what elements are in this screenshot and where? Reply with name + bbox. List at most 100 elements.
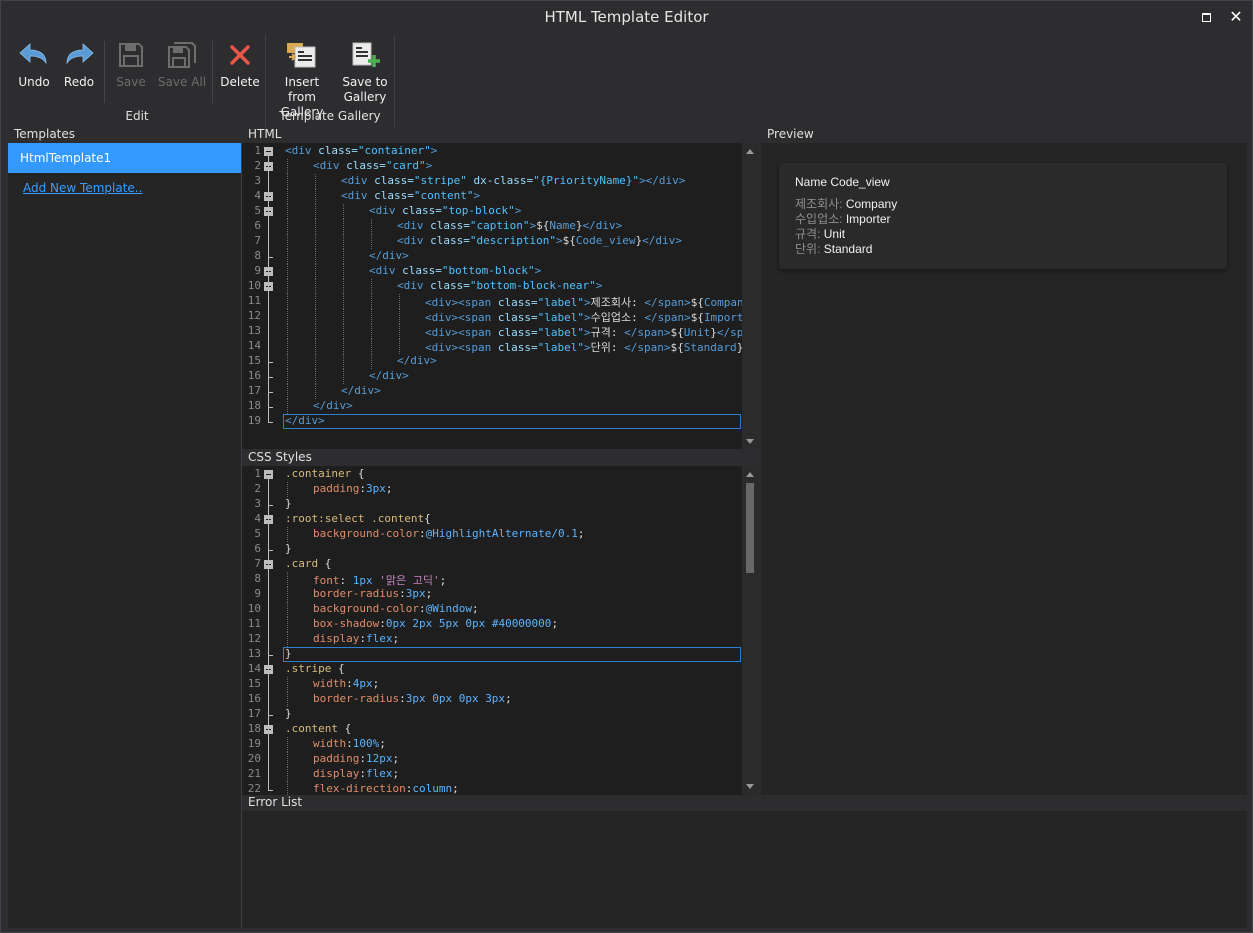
indent-guide	[315, 339, 316, 354]
css-header: CSS Styles	[242, 449, 760, 466]
indent-guide	[315, 309, 316, 324]
save-to-gallery-button[interactable]: Save to Gallery	[339, 37, 391, 107]
indent-guide	[343, 354, 344, 369]
ribbon-separator	[104, 41, 105, 103]
save-button[interactable]: Save	[113, 37, 149, 107]
code-token: ;	[392, 767, 400, 780]
code-line: .card {	[285, 557, 331, 570]
indent-guide	[315, 249, 316, 264]
redo-label: Redo	[63, 75, 95, 89]
save-label: Save	[116, 75, 146, 89]
code-token: </div>	[313, 399, 353, 412]
indent-guide	[343, 309, 344, 324]
code-token: {	[424, 512, 431, 525]
undo-button[interactable]: Undo	[13, 37, 55, 107]
code-token: <div	[369, 264, 403, 277]
template-item[interactable]: HtmlTemplate1	[8, 143, 241, 173]
indent-guide	[371, 294, 372, 309]
code-token: ;	[385, 482, 393, 495]
line-number: 18	[247, 399, 261, 412]
code-line: background-color:@Window;	[313, 602, 479, 615]
code-token: }	[285, 497, 292, 510]
collapse-icon[interactable]	[264, 470, 273, 479]
line-number: 11	[247, 617, 261, 630]
indent-guide	[287, 174, 288, 189]
code-token: ;	[379, 737, 386, 750]
delete-button[interactable]: Delete	[219, 37, 261, 107]
html-code-editor[interactable]: 1 <div class="container"> 2 <div class="car…	[242, 143, 742, 449]
redo-button[interactable]: Redo	[59, 37, 99, 107]
scroll-down-icon[interactable]	[746, 784, 754, 789]
insert-from-gallery-button[interactable]: Insert from Gallery	[269, 37, 335, 119]
code-token: ;	[452, 782, 459, 795]
gallery-group-label: Template Gallery	[279, 109, 381, 123]
add-template-link[interactable]: Add New Template..	[23, 181, 142, 195]
code-token: </div>	[642, 234, 682, 247]
code-token: class=	[497, 326, 538, 339]
maximize-button[interactable]	[1195, 7, 1217, 27]
css-scrollbar[interactable]	[742, 466, 759, 795]
code-line: <div><span class="label">단위: </span>${St…	[425, 339, 742, 355]
code-line: <div class="top-block">	[369, 204, 521, 217]
code-token: {	[344, 722, 352, 735]
line-number: 3	[254, 174, 261, 187]
line-number: 2	[254, 159, 261, 172]
code-token: .stripe	[285, 662, 338, 675]
scroll-up-icon[interactable]	[746, 149, 754, 154]
line-number: 1	[254, 144, 261, 157]
indent-guide	[315, 189, 316, 204]
code-token: ;	[577, 527, 585, 540]
code-token: >	[595, 279, 603, 292]
line-number: 10	[247, 602, 261, 615]
code-token: class=	[374, 174, 414, 187]
html-scrollbar[interactable]	[742, 143, 759, 449]
code-token: "stripe"	[413, 174, 474, 187]
code-token: </span>	[644, 296, 691, 309]
indent-guide	[287, 324, 288, 339]
code-line: .content {	[285, 722, 351, 735]
code-token: "container"	[357, 144, 431, 157]
code-token: :	[346, 737, 353, 750]
indent-guide	[343, 324, 344, 339]
css-code-editor[interactable]: 1 .container {2 padding:3px; 3} 4:root:selec…	[242, 466, 742, 795]
code-token: 3px 0px 0px 3px	[405, 692, 506, 705]
code-token: "bottom-block"	[441, 264, 535, 277]
scroll-down-icon[interactable]	[746, 439, 754, 444]
indent-guide	[287, 249, 288, 264]
code-line: display:flex;	[313, 632, 399, 645]
line-number: 20	[247, 752, 261, 765]
code-line: :root:select .content{	[285, 512, 431, 525]
scroll-up-icon[interactable]	[746, 472, 754, 477]
code-line: </div>	[341, 384, 381, 397]
code-token: <div><span	[425, 341, 498, 354]
window-title: HTML Template Editor	[544, 8, 709, 26]
code-token: dx-class=	[473, 174, 534, 187]
preview-card: Name Code_view 제조회사: Company 수입업소: Impor…	[779, 163, 1227, 269]
code-token: }	[285, 542, 292, 555]
code-line: <div class="bottom-block-near">	[397, 279, 602, 292]
indent-guide	[287, 384, 288, 399]
code-token: 100%	[352, 737, 380, 750]
scrollbar-thumb[interactable]	[746, 483, 754, 573]
line-number: 22	[247, 782, 261, 795]
indent-guide	[315, 174, 316, 189]
title-bar: HTML Template Editor ✕	[1, 1, 1252, 33]
code-token: @HighlightAlternate/0.1	[425, 527, 578, 540]
preview-panel: Name Code_view 제조회사: Company 수입업소: Impor…	[761, 143, 1247, 795]
line-number: 21	[247, 767, 261, 780]
close-button[interactable]: ✕	[1225, 7, 1247, 27]
edit-group-label: Edit	[125, 109, 149, 123]
save-all-button[interactable]: Save All	[157, 37, 207, 107]
code-token: flex	[365, 632, 393, 645]
collapse-icon[interactable]	[264, 147, 273, 156]
indent-guide	[343, 249, 344, 264]
code-line: box-shadow:0px 2px 5px 0px #40000000;	[313, 617, 558, 630]
code-token: <div	[397, 234, 431, 247]
line-number: 12	[247, 309, 261, 322]
code-token: <div	[285, 144, 319, 157]
code-token: :	[346, 677, 353, 690]
code-token: {	[337, 662, 345, 675]
code-token: ${	[670, 341, 684, 354]
indent-guide	[371, 324, 372, 339]
code-token: </div>	[369, 249, 409, 262]
